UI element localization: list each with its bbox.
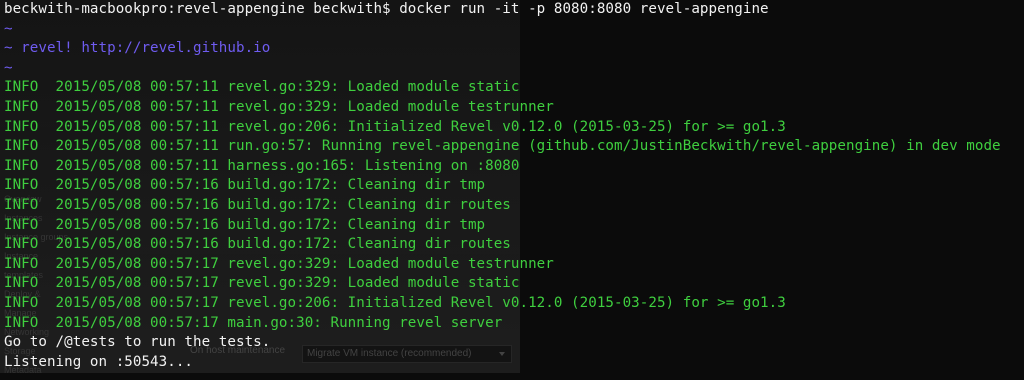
log-line: INFO 2015/05/08 00:57:11 harness.go:165:… (4, 157, 520, 174)
log-line: INFO 2015/05/08 00:57:11 revel.go:329: L… (4, 79, 520, 96)
log-line: INFO 2015/05/08 00:57:11 run.go:57: Runn… (4, 138, 1001, 155)
terminal-output[interactable]: beckwith-macbookpro:revel-appengine beck… (0, 0, 1024, 373)
log-line: INFO 2015/05/08 00:57:16 build.go:172: C… (4, 177, 486, 194)
tests-hint-line: Go to /@tests to run the tests. (4, 334, 271, 351)
log-line: INFO 2015/05/08 00:57:16 build.go:172: C… (4, 236, 511, 253)
log-line: INFO 2015/05/08 00:57:17 revel.go:206: I… (4, 294, 786, 311)
log-line: INFO 2015/05/08 00:57:16 build.go:172: C… (4, 196, 511, 213)
listening-line: Listening on :50543... (4, 353, 194, 370)
log-line: INFO 2015/05/08 00:57:17 revel.go:329: L… (4, 255, 554, 272)
log-line: INFO 2015/05/08 00:57:11 revel.go:329: L… (4, 98, 554, 115)
log-line: INFO 2015/05/08 00:57:16 build.go:172: C… (4, 216, 486, 233)
banner-line: ~ (4, 20, 13, 37)
log-line: INFO 2015/05/08 00:57:17 revel.go:329: L… (4, 275, 520, 292)
command-prompt-line: beckwith-macbookpro:revel-appengine beck… (4, 1, 769, 17)
banner-line: ~ (4, 59, 13, 76)
banner-title-line: ~ revel! http://revel.github.io (4, 40, 271, 57)
log-line: INFO 2015/05/08 00:57:11 revel.go:206: I… (4, 118, 786, 135)
log-line: INFO 2015/05/08 00:57:17 main.go:30: Run… (4, 314, 503, 331)
